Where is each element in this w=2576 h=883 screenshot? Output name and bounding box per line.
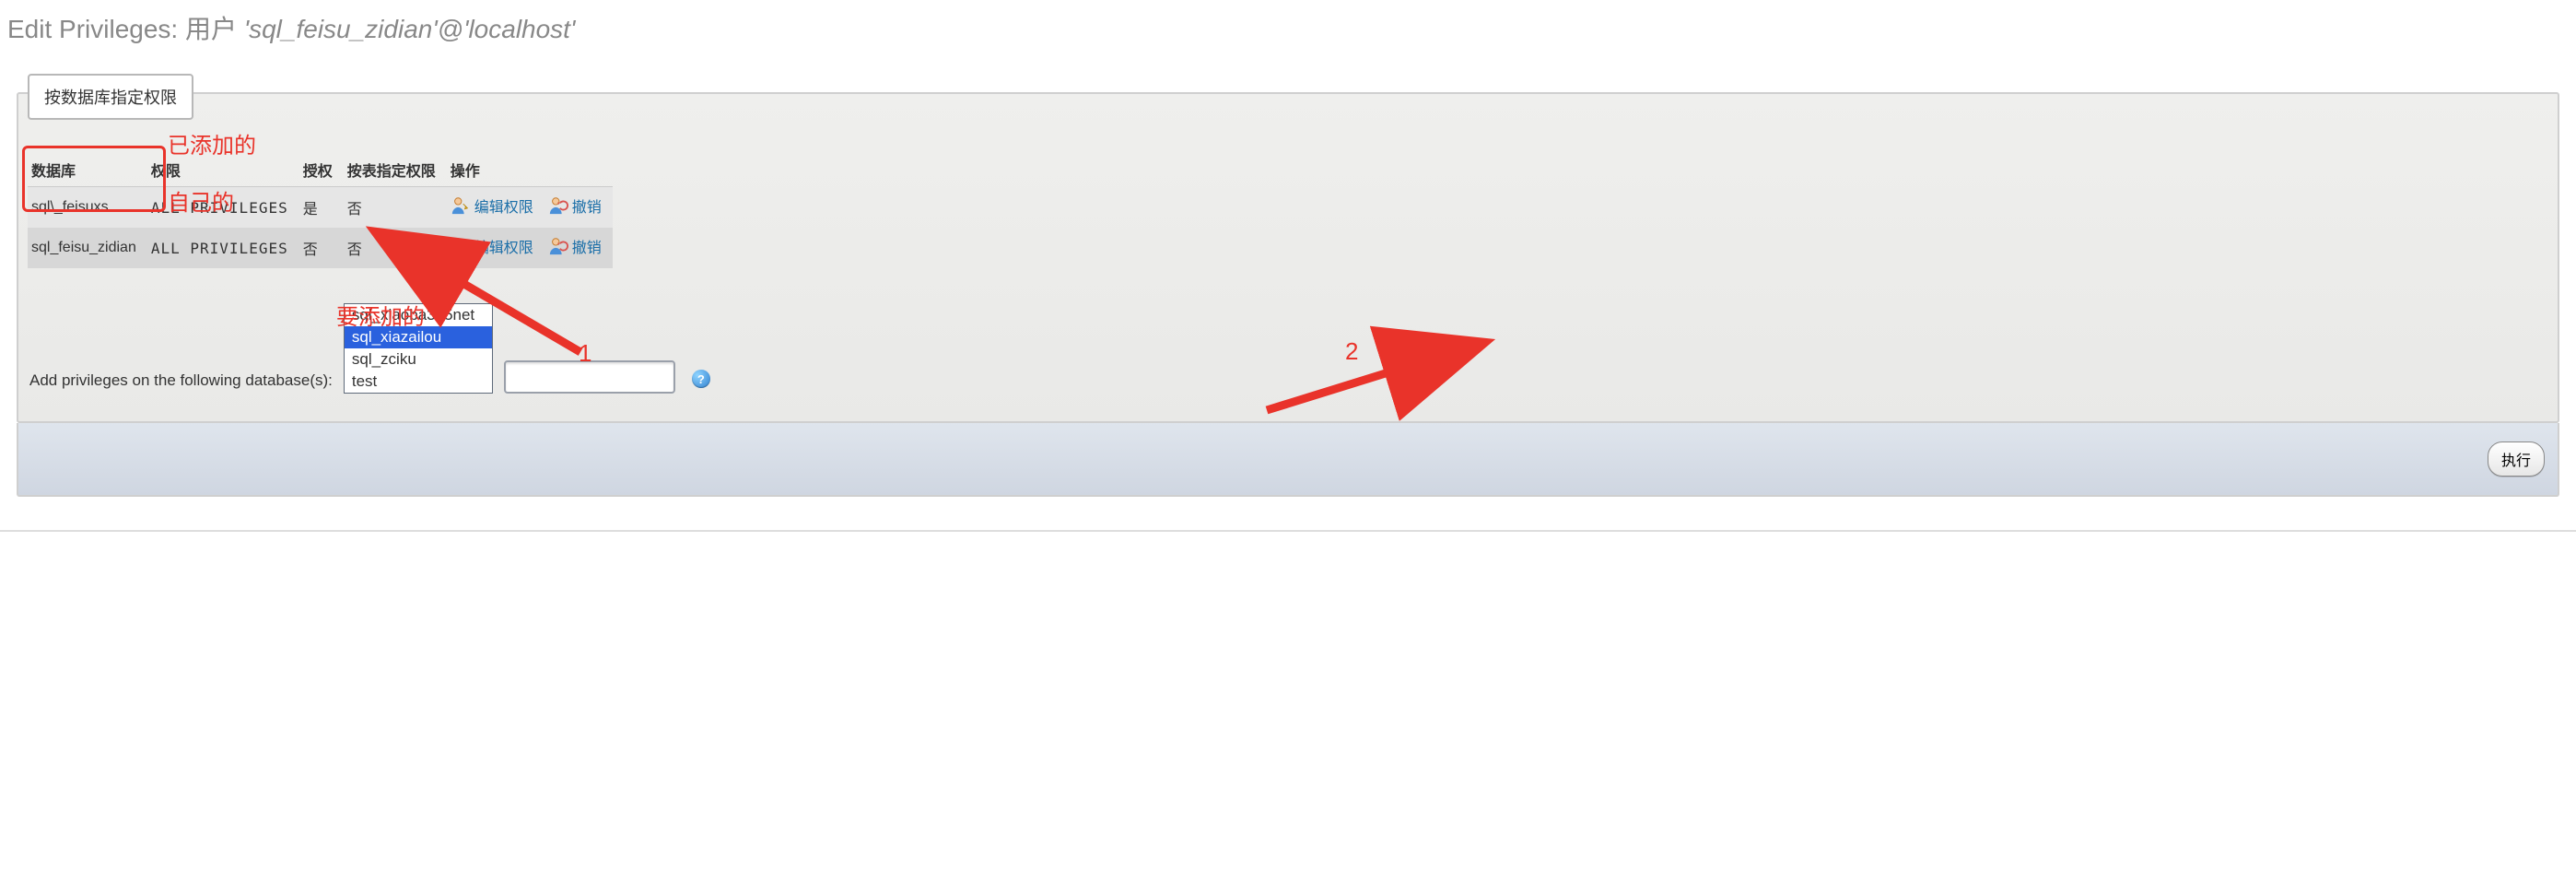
select-option[interactable]: test — [345, 371, 492, 393]
privilege-table: 数据库 权限 授权 按表指定权限 操作 sql\_feisuxs ALL PRI… — [28, 153, 613, 268]
user-revoke-icon — [548, 195, 568, 216]
edit-priv-link[interactable]: 编辑权限 — [451, 194, 533, 217]
edit-priv-link[interactable]: 编辑权限 — [451, 235, 533, 257]
col-action: 操作 — [447, 153, 544, 187]
edit-priv-label: 编辑权限 — [474, 235, 533, 257]
help-icon[interactable]: ? — [692, 370, 710, 388]
user-edit-icon — [451, 195, 471, 216]
edit-priv-label: 编辑权限 — [474, 194, 533, 217]
submit-button[interactable]: 执行 — [2488, 442, 2545, 477]
revoke-label: 撤销 — [572, 235, 602, 257]
cell-priv: ALL PRIVILEGES — [147, 187, 299, 229]
col-database: 数据库 — [28, 153, 147, 187]
page-title-prefix: Edit Privileges: 用户 — [7, 15, 244, 43]
revoke-link[interactable]: 撤销 — [548, 194, 602, 217]
page-title: Edit Privileges: 用户 'sql_feisu_zidian'@'… — [0, 0, 2576, 68]
cell-grant: 否 — [299, 228, 344, 268]
user-edit-icon — [451, 236, 471, 256]
col-table-specific: 按表指定权限 — [344, 153, 447, 187]
revoke-link[interactable]: 撤销 — [548, 235, 602, 257]
fieldset-legend: 按数据库指定权限 — [28, 74, 193, 120]
footer-bar: 执行 — [17, 423, 2559, 497]
cell-tblspec: 否 — [344, 228, 447, 268]
table-row: sql\_feisuxs ALL PRIVILEGES 是 否 编辑权限 — [28, 187, 613, 229]
select-option[interactable]: sql_zciku — [345, 348, 492, 371]
cell-grant: 是 — [299, 187, 344, 229]
cell-db: sql\_feisuxs — [28, 187, 147, 229]
add-privileges-row: Add privileges on the following database… — [28, 296, 2548, 401]
user-revoke-icon — [548, 236, 568, 256]
database-name-input[interactable] — [504, 360, 675, 394]
col-privilege: 权限 — [147, 153, 299, 187]
cell-db: sql_feisu_zidian — [28, 228, 147, 268]
col-action-spacer — [544, 153, 613, 187]
revoke-label: 撤销 — [572, 194, 602, 217]
col-grant: 授权 — [299, 153, 344, 187]
add-privileges-label: Add privileges on the following database… — [29, 371, 333, 394]
cell-tblspec: 否 — [344, 187, 447, 229]
separator — [0, 530, 2576, 532]
table-row: sql_feisu_zidian ALL PRIVILEGES 否 否 编辑权限 — [28, 228, 613, 268]
cell-priv: ALL PRIVILEGES — [147, 228, 299, 268]
database-select[interactable]: sql_xiaoba365net sql_xiazailou sql_zciku… — [344, 303, 493, 394]
page-title-userhost: 'sql_feisu_zidian'@'localhost' — [244, 15, 576, 43]
select-option[interactable]: sql_xiaoba365net — [345, 304, 492, 326]
db-specific-privileges-fieldset: 按数据库指定权限 数据库 权限 授权 按表指定权限 操作 sql\_feisux… — [17, 92, 2559, 423]
select-option[interactable]: sql_xiazailou — [345, 326, 492, 348]
